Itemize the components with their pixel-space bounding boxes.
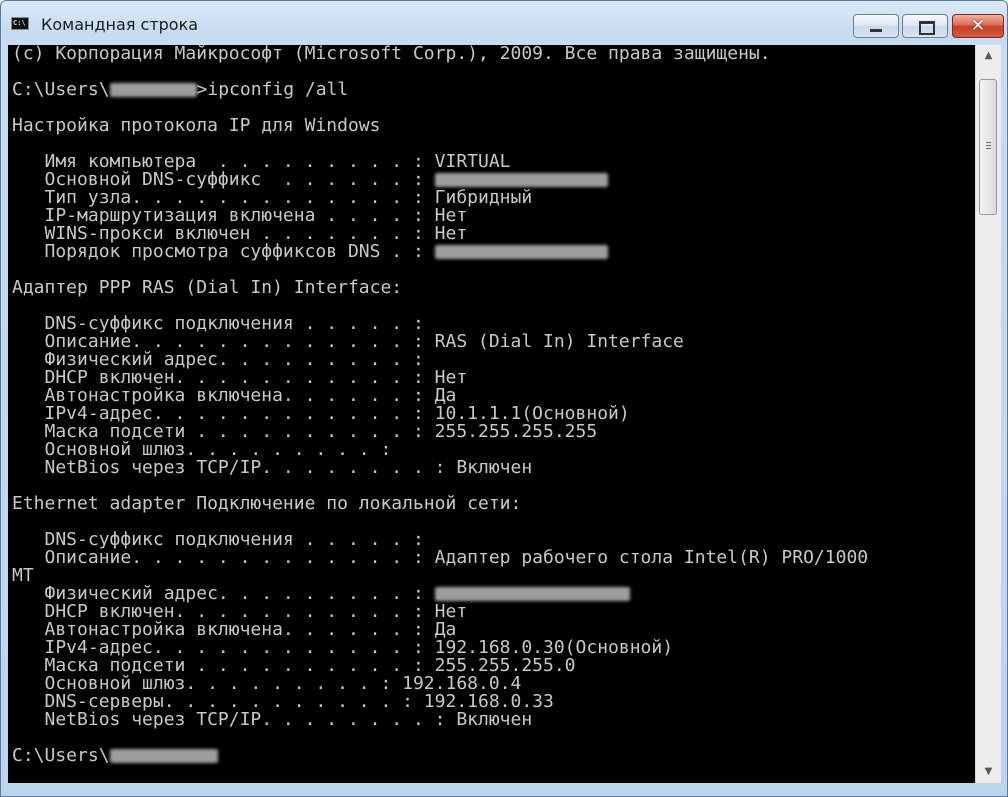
console-app-icon[interactable]	[11, 17, 29, 30]
close-icon: ✕	[970, 16, 986, 36]
redacted-value	[109, 83, 197, 97]
console-line-suffix: >ipconfig /all	[196, 79, 349, 100]
command-prompt-window: Командная строка ✕ (c) Корпорация Майкро…	[0, 0, 1008, 797]
console-text: (c) Корпорация Майкрософт (Microsoft Cor…	[8, 45, 975, 765]
console-line-text: Описание. . . . . . . . . . . . . : Адап…	[12, 547, 869, 568]
window-title: Командная строка	[41, 15, 199, 34]
redacted-value	[109, 749, 218, 763]
minimize-button[interactable]	[853, 14, 899, 38]
console-line-text: NetBios через TCP/IP. . . . . . . . : Вк…	[12, 709, 533, 730]
console-line: NetBios через TCP/IP. . . . . . . . : Вк…	[12, 459, 975, 477]
window-bottom-border	[8, 783, 1001, 792]
console-line-text: Настройка протокола IP для Windows	[12, 115, 381, 136]
vertical-scrollbar[interactable]: ▲ ▼	[975, 45, 1001, 783]
minimize-icon	[870, 29, 882, 32]
close-button[interactable]: ✕	[952, 14, 1004, 38]
console-line-text: C:\Users\	[12, 79, 110, 100]
title-bar[interactable]: Командная строка ✕	[1, 1, 1007, 43]
scrollbar-grip-icon	[986, 142, 991, 151]
console-line-text: NetBios через TCP/IP. . . . . . . . : Вк…	[12, 457, 533, 478]
maximize-button[interactable]	[902, 14, 948, 38]
scroll-up-arrow-icon[interactable]: ▲	[976, 45, 1001, 67]
redacted-value	[434, 587, 630, 601]
redacted-value	[434, 245, 608, 259]
redacted-value	[434, 173, 608, 187]
console-line: C:\Users\ >ipconfig /all	[12, 81, 975, 99]
console-line-text: Порядок просмотра суффиксов DNS . :	[12, 241, 435, 262]
console-line: Ethernet adapter Подключение по локально…	[12, 495, 975, 513]
console-line: NetBios через TCP/IP. . . . . . . . : Вк…	[12, 711, 975, 729]
console-line: Настройка протокола IP для Windows	[12, 117, 975, 135]
console-line-text: Ethernet adapter Подключение по локально…	[12, 493, 522, 514]
console-line: (c) Корпорация Майкрософт (Microsoft Cor…	[12, 45, 975, 63]
console-line: C:\Users\	[12, 747, 975, 765]
maximize-icon	[919, 21, 935, 35]
console-line: Порядок просмотра суффиксов DNS . :	[12, 243, 975, 261]
console-line-text: (c) Корпорация Майкрософт (Microsoft Cor…	[12, 45, 771, 64]
console-line: Адаптер PPP RAS (Dial In) Interface:	[12, 279, 975, 297]
console-line: Описание. . . . . . . . . . . . . : Адап…	[12, 549, 975, 567]
console-line-text: C:\Users\	[12, 745, 110, 766]
console-output-area[interactable]: (c) Корпорация Майкрософт (Microsoft Cor…	[8, 45, 975, 783]
console-line-text: Адаптер PPP RAS (Dial In) Interface:	[12, 277, 403, 298]
scroll-down-arrow-icon[interactable]: ▼	[976, 761, 1001, 783]
scrollbar-thumb[interactable]	[979, 79, 997, 215]
